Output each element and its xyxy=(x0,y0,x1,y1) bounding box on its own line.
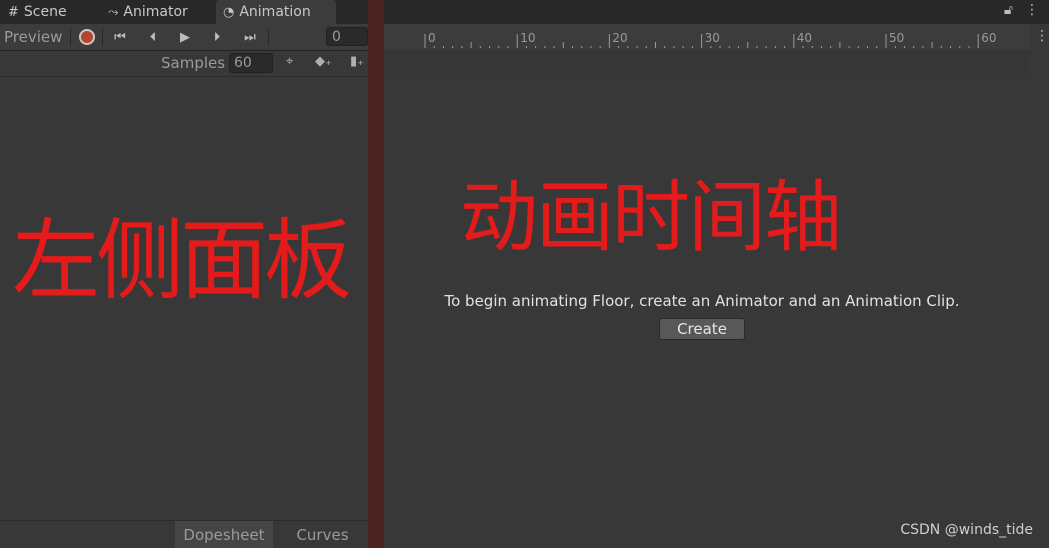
ruler-ticks: 0 10 20 30 40 50 60 xyxy=(424,31,996,48)
ruler-label: 50 xyxy=(889,31,904,45)
record-button[interactable] xyxy=(77,27,97,47)
ruler-label: 0 xyxy=(428,31,436,45)
skip-to-start-icon: ⏮ xyxy=(114,29,126,45)
toolbar-divider xyxy=(268,28,269,46)
current-frame-field[interactable]: 0 xyxy=(326,27,368,46)
animation-toolbar: Preview ⏮ ⏴ ▶ ⏵ ⏭ 0 xyxy=(0,24,370,51)
tab-animation[interactable]: ◔ Animation xyxy=(216,0,336,24)
tab-scene-label: Scene xyxy=(23,4,67,20)
samples-label: Samples xyxy=(161,54,226,72)
ruler-label: 20 xyxy=(612,31,627,45)
create-button[interactable]: Create xyxy=(659,318,745,340)
annotation-timeline: 动画时间轴 xyxy=(460,173,842,263)
record-icon xyxy=(79,29,95,45)
first-keyframe-button[interactable]: ⏮ xyxy=(108,27,132,47)
window-tab-bar: # Scene ⤳ Animator ◔ Animation 🔓︎ ⋮ xyxy=(0,0,1049,24)
animator-icon: ⤳ xyxy=(108,4,119,20)
tab-scene[interactable]: # Scene xyxy=(8,0,67,24)
step-forward-icon: ⏵ xyxy=(213,29,221,45)
toolbar-divider xyxy=(102,28,103,46)
play-button[interactable]: ▶ xyxy=(173,27,197,47)
toolbar-divider xyxy=(70,28,71,46)
empty-state-message: To begin animating Floor, create an Anim… xyxy=(444,292,960,310)
event-row xyxy=(384,50,1030,74)
timeline-menu-icon[interactable]: ⋮ xyxy=(1035,28,1049,44)
annotation-left-panel: 左侧面板 xyxy=(12,209,352,312)
timeline-panel: 0 10 20 30 40 50 60 ⋮ To begin animating Floor… xyxy=(384,24,1049,548)
tab-animator-label: Animator xyxy=(123,4,188,20)
tab-animation-label: Animation xyxy=(239,4,311,20)
play-icon: ▶ xyxy=(180,29,190,45)
crosshair-icon[interactable]: ⌖ xyxy=(286,54,293,69)
time-ruler[interactable]: 0 10 20 30 40 50 60 xyxy=(384,24,1030,50)
add-keyframe-icon[interactable]: ◆₊ xyxy=(315,54,332,69)
ruler-label: 40 xyxy=(797,31,812,45)
ruler-label: 60 xyxy=(981,31,996,45)
tab-dopesheet[interactable]: Dopesheet xyxy=(175,521,273,548)
last-keyframe-button[interactable]: ⏭ xyxy=(238,27,262,47)
grid-icon: # xyxy=(8,4,19,20)
skip-to-end-icon: ⏭ xyxy=(244,29,256,45)
view-mode-tabs: Dopesheet Curves xyxy=(0,520,370,548)
panel-splitter[interactable] xyxy=(368,0,384,548)
kebab-menu-icon[interactable]: ⋮ xyxy=(1025,2,1039,18)
watermark: CSDN @winds_tide xyxy=(900,522,1033,538)
previous-keyframe-button[interactable]: ⏴ xyxy=(141,27,165,47)
lock-icon[interactable]: 🔓︎ xyxy=(1004,2,1013,18)
tab-curves[interactable]: Curves xyxy=(275,521,370,548)
ruler-label: 10 xyxy=(520,31,535,45)
add-event-icon[interactable]: ▮₊ xyxy=(350,54,364,69)
samples-field[interactable]: 60 xyxy=(229,53,273,73)
clock-icon: ◔ xyxy=(223,4,235,20)
tab-animator[interactable]: ⤳ Animator xyxy=(108,0,188,24)
samples-row: Samples 60 ⌖ ◆₊ ▮₊ xyxy=(0,51,370,77)
preview-button[interactable]: Preview xyxy=(4,27,62,47)
next-keyframe-button[interactable]: ⏵ xyxy=(205,27,229,47)
step-back-icon: ⏴ xyxy=(149,29,157,45)
ruler-label: 30 xyxy=(705,31,720,45)
